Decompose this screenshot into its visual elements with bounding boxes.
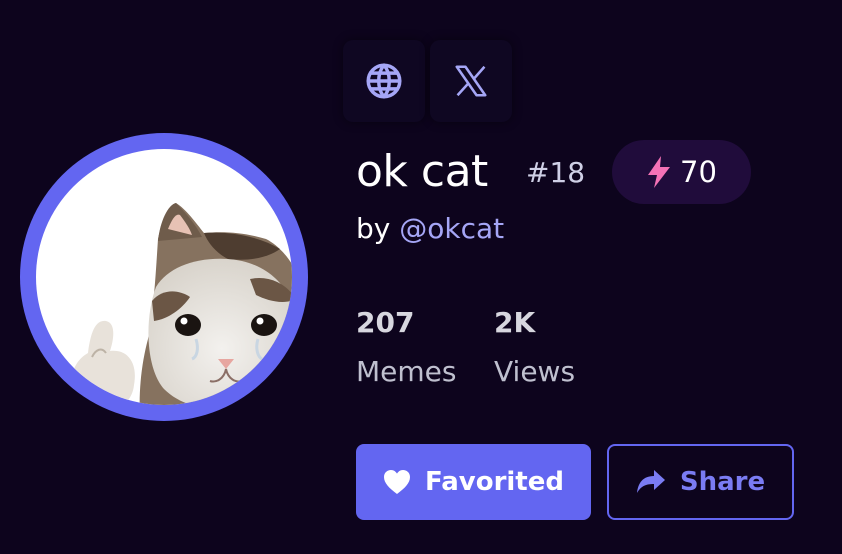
avatar-image: [36, 149, 292, 405]
share-arrow-icon: [636, 470, 665, 493]
favorite-label: Favorited: [424, 467, 564, 497]
share-label: Share: [679, 467, 766, 497]
favorite-button[interactable]: Favorited: [356, 444, 591, 520]
author-handle-link[interactable]: @okcat: [399, 212, 504, 245]
lightning-bolt-icon: [648, 156, 671, 188]
views-count: 2K: [494, 306, 536, 339]
heart-icon: [383, 470, 410, 494]
profile-card: ok cat #18 70 by @okcat 207 Memes 2K Vie…: [0, 0, 842, 554]
website-button[interactable]: [343, 40, 425, 122]
x-logo-icon: [455, 65, 487, 97]
views-label: Views: [494, 355, 576, 388]
twitter-button[interactable]: [430, 40, 512, 122]
score-value: 70: [680, 155, 717, 189]
memes-label: Memes: [356, 355, 457, 388]
byline: by @okcat: [356, 212, 504, 246]
byline-prefix: by: [356, 212, 391, 245]
memes-count: 207: [356, 306, 415, 339]
profile-name: ok cat: [356, 146, 488, 197]
score-badge: 70: [612, 140, 751, 204]
globe-icon: [366, 63, 402, 99]
share-button[interactable]: Share: [607, 444, 794, 520]
avatar: [20, 133, 308, 421]
cat-thumbs-up-image: [70, 203, 292, 405]
rank-badge: #18: [526, 156, 586, 189]
